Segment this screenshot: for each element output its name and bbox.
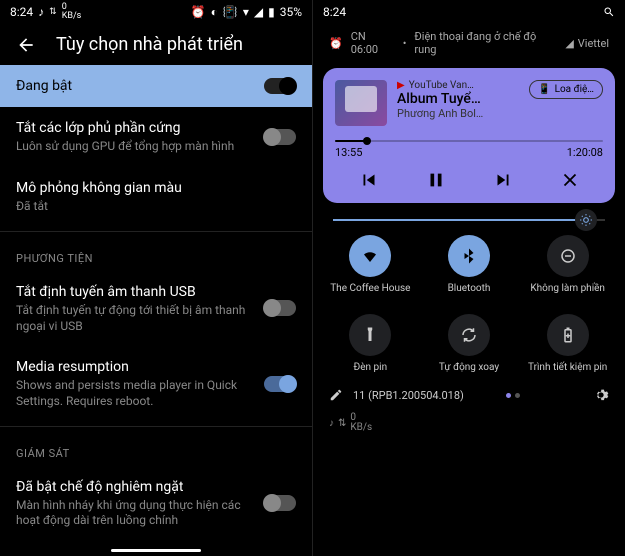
setting-row[interactable]: Media resumption Shows and persists medi… (0, 346, 312, 421)
setting-row[interactable]: Đã bật chế độ nghiêm ngặt Màn hình nháy … (0, 466, 312, 541)
close-icon[interactable] (559, 169, 581, 191)
signal-icon: ◢ (254, 5, 263, 19)
wifi-icon (361, 247, 379, 265)
media-player-card[interactable]: ▶YouTube Van… Album Tuyể… Phương Anh Bol… (323, 68, 615, 203)
ringer-status[interactable]: Điện thoại đang ở chế độ rung (414, 30, 557, 56)
signal-icon: ◢ (565, 37, 573, 50)
nav-handle[interactable] (111, 549, 201, 552)
tiktok-icon: ♪ (329, 418, 334, 429)
phone-icon: 📱 (538, 84, 550, 95)
prev-icon[interactable] (358, 169, 380, 191)
section-header-media: PHƯƠNG TIỆN (0, 236, 312, 271)
toggle[interactable] (264, 495, 296, 511)
carrier: Viettel (578, 37, 609, 50)
dnd-icon (559, 247, 577, 265)
toggle[interactable] (264, 376, 296, 392)
notification-peek[interactable]: ♪ ⇅ 0KB/s (313, 409, 625, 437)
qs-header: ⏰ CN 06:00 • Điện thoại đang ở chế độ ru… (313, 24, 625, 62)
brightness-slider[interactable] (333, 219, 605, 221)
media-title: Album Tuyể… (397, 91, 519, 107)
tile-flashlight[interactable]: Đèn pin (323, 306, 418, 381)
media-thumbnail (335, 80, 387, 126)
tile-dnd[interactable]: Không làm phiền (520, 227, 615, 302)
dnd-icon: ◐ (211, 5, 218, 19)
media-progress[interactable] (335, 140, 603, 142)
vibrate-icon: • (403, 37, 407, 50)
total-time: 1:20:08 (567, 146, 603, 159)
tile-battery-saver[interactable]: Trình tiết kiệm pin (520, 306, 615, 381)
setting-row[interactable]: Kết xuất HWUI cấu hình Tắt (0, 541, 312, 545)
alarm-icon: ⏰ (191, 5, 206, 19)
setting-row[interactable]: Tắt các lớp phủ phần cứng Luôn sử dụng G… (0, 107, 312, 167)
search-icon[interactable] (603, 6, 615, 18)
clock: 8:24 (323, 5, 346, 19)
developer-options-screen: 8:24 ♪ ⇅ 0KB/s ⏰ ◐ 📳 ▾ ◢ ▮ 35% Tùy chọn … (0, 0, 313, 556)
toggle[interactable] (264, 129, 296, 145)
edit-icon[interactable] (329, 388, 343, 402)
pause-icon[interactable] (425, 169, 447, 191)
section-header-monitor: GIÁM SÁT (0, 431, 312, 466)
alarm-icon: ⏰ (329, 37, 343, 50)
setting-row[interactable]: Tắt định tuyến âm thanh USB Tắt định tuy… (0, 271, 312, 346)
page-title: Tùy chọn nhà phát triển (56, 34, 243, 55)
main-toggle-label: Đang bật (16, 77, 246, 95)
tile-autorotate[interactable]: Tự động xoay (422, 306, 517, 381)
tiktok-icon: ♪ (38, 5, 44, 19)
status-bar: 8:24 (313, 0, 625, 24)
battery-pct: 35% (280, 5, 302, 19)
net-icon: ⇅ (338, 418, 346, 429)
elapsed-time: 13:55 (335, 146, 362, 159)
qs-footer: 11 (RPB1.200504.018) (313, 381, 625, 409)
tile-wifi[interactable]: The Coffee House (323, 227, 418, 302)
flashlight-icon (361, 326, 379, 344)
back-icon[interactable] (16, 35, 36, 55)
battery-saver-icon (559, 326, 577, 344)
media-artist: Phương Anh Bol… (397, 107, 519, 120)
battery-icon: ▮ (268, 5, 275, 19)
alarm-time[interactable]: CN 06:00 (351, 30, 395, 56)
quick-settings-screen: 8:24 ⏰ CN 06:00 • Điện thoại đang ở chế … (313, 0, 625, 556)
header: Tùy chọn nhà phát triển (0, 24, 312, 65)
gear-icon[interactable] (593, 387, 609, 403)
next-icon[interactable] (492, 169, 514, 191)
tile-bluetooth[interactable]: Bluetooth (422, 227, 517, 302)
settings-list: Đang bật Tắt các lớp phủ phần cứng Luôn … (0, 65, 312, 545)
autorotate-icon (460, 326, 478, 344)
toggle[interactable] (264, 300, 296, 316)
vibrate-icon: 📳 (223, 5, 238, 19)
net-icon: ⇅ (49, 7, 57, 17)
bluetooth-icon (460, 247, 478, 265)
status-bar: 8:24 ♪ ⇅ 0KB/s ⏰ ◐ 📳 ▾ ◢ ▮ 35% (0, 0, 312, 24)
media-source: ▶YouTube Van… (397, 80, 519, 91)
clock: 8:24 (10, 5, 33, 19)
page-indicator (506, 393, 520, 398)
brightness-icon (579, 213, 593, 227)
qs-tiles: The Coffee House Bluetooth Không làm phi… (313, 227, 625, 381)
build-number[interactable]: 11 (RPB1.200504.018) (353, 389, 464, 402)
output-chip[interactable]: 📱Loa điệ… (529, 80, 603, 99)
main-toggle-row[interactable]: Đang bật (0, 65, 312, 107)
wifi-icon: ▾ (243, 5, 249, 19)
main-toggle[interactable] (264, 78, 296, 94)
setting-row[interactable]: Mô phỏng không gian màu Đã tắt (0, 167, 312, 227)
